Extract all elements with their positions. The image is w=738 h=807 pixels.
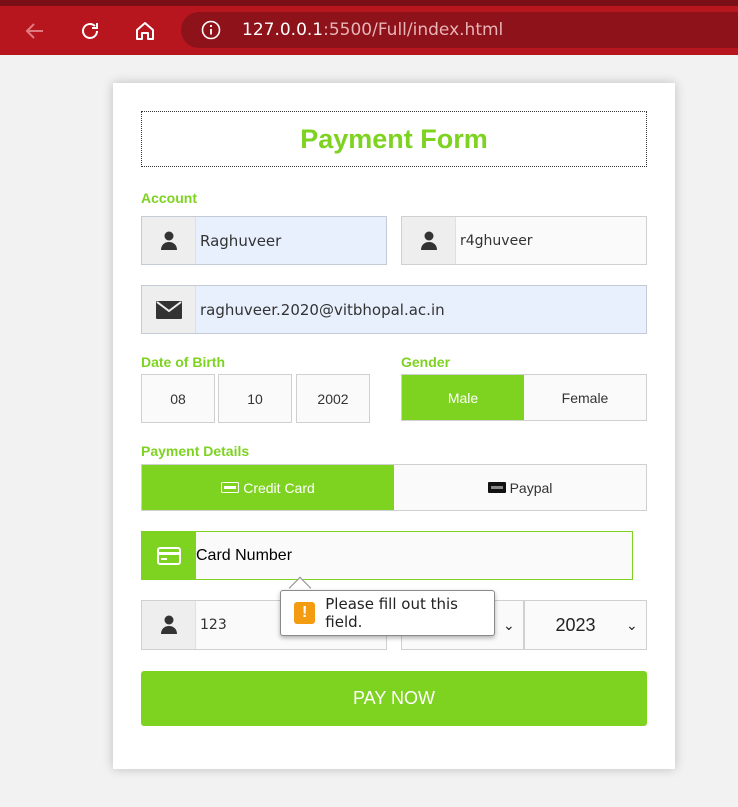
username-value: r4ghuveer (460, 232, 533, 249)
gender-female-option[interactable]: Female (524, 375, 646, 420)
paypal-label: Paypal (509, 479, 553, 496)
user-icon (420, 231, 437, 250)
credit-card-label: Credit Card (243, 479, 315, 496)
card-number-placeholder: Card Number (196, 546, 293, 564)
url-path: :5500/Full/index.html (323, 20, 504, 40)
reload-icon (82, 23, 98, 39)
back-button[interactable] (20, 16, 50, 46)
user-icon-cell (402, 217, 456, 264)
account-label: Account (141, 190, 197, 206)
credit-card-icon (157, 546, 181, 565)
validation-message: Please fill out this field. (325, 595, 458, 631)
first-name-value: Raghuveer (200, 231, 282, 250)
email-field[interactable]: raghuveer.2020@vitbhopal.ac.in (141, 285, 647, 334)
exp-year-value: 2023 (555, 614, 596, 635)
dob-year-field[interactable]: 2002 (296, 374, 370, 423)
first-name-field[interactable]: Raghuveer (141, 216, 387, 265)
dob-day-field[interactable]: 08 (141, 374, 215, 423)
chevron-down-icon: ⌄ (626, 616, 638, 633)
validation-tooltip: ! Please fill out this field. (280, 590, 495, 636)
visa-card-icon (221, 482, 240, 493)
gender-male-option[interactable]: Male (402, 375, 524, 420)
user-icon-cell (142, 217, 196, 264)
reload-button[interactable] (75, 16, 105, 46)
warning-icon: ! (294, 602, 316, 624)
site-info-icon[interactable] (201, 20, 221, 40)
home-button[interactable] (130, 16, 160, 46)
form-title-box: Payment Form (141, 111, 647, 167)
exp-year-select[interactable]: 2023 ⌄ (524, 600, 647, 650)
back-arrow-icon (25, 23, 43, 39)
credit-card-option[interactable]: Credit Card (142, 465, 394, 510)
paypal-option[interactable]: Paypal (394, 465, 646, 510)
card-number-field[interactable]: Card Number (141, 531, 633, 580)
page-title: Payment Form (300, 123, 488, 154)
dob-month-field[interactable]: 10 (218, 374, 292, 423)
cvv-value: 123 (200, 617, 227, 633)
browser-toolbar: 127.0.0.1:5500/Full/index.html (0, 6, 738, 55)
paypal-icon (487, 482, 506, 493)
home-icon (136, 22, 154, 40)
pay-now-button[interactable]: PAY NOW (141, 671, 647, 726)
username-field[interactable]: r4ghuveer (401, 216, 647, 265)
payment-form-card: Payment Form Account Raghuveer r4ghuveer… (113, 83, 675, 769)
dob-label: Date of Birth (141, 354, 225, 370)
user-icon (160, 231, 177, 250)
user-icon-cell (142, 601, 196, 649)
url-text: 127.0.0.1:5500/Full/index.html (242, 20, 503, 40)
credit-card-icon-cell (142, 532, 196, 579)
payment-method-toggle: Credit Card Paypal (141, 464, 647, 511)
user-icon (160, 615, 177, 634)
url-host: 127.0.0.1 (242, 20, 324, 40)
email-value: raghuveer.2020@vitbhopal.ac.in (200, 300, 445, 319)
gender-toggle: Male Female (401, 374, 647, 421)
envelope-icon-cell (142, 286, 196, 333)
address-bar[interactable]: 127.0.0.1:5500/Full/index.html (181, 12, 738, 48)
payment-details-label: Payment Details (141, 443, 250, 459)
chevron-down-icon: ⌄ (503, 616, 515, 633)
gender-label: Gender (401, 354, 451, 370)
envelope-icon (155, 300, 182, 319)
